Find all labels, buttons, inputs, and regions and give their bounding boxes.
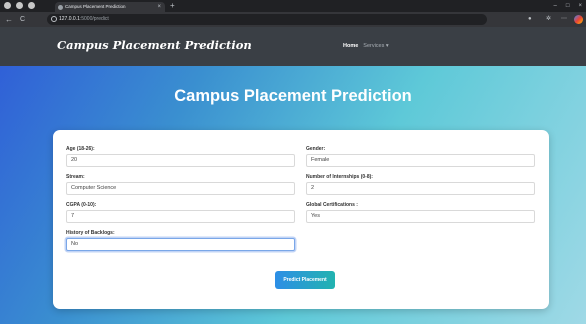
tab-actions-icon[interactable]	[28, 2, 35, 9]
browser-profile-icon[interactable]	[574, 15, 583, 24]
gender-label: Gender:	[306, 146, 326, 152]
close-window-icon[interactable]: ×	[578, 0, 582, 12]
favicon-icon	[58, 4, 63, 10]
prediction-form: Age (18-26): 20 Gender: Female Stream: C…	[53, 130, 549, 309]
nav-services-dropdown[interactable]: Services ▾	[363, 43, 388, 49]
nav-home-link[interactable]: Home	[343, 43, 358, 49]
browser-window: Campus Placement Prediction × + – □ × ← …	[0, 0, 586, 324]
profile-icon[interactable]	[4, 2, 11, 9]
stream-field-group: Stream: Computer Science	[66, 174, 295, 195]
active-tab[interactable]: Campus Placement Prediction ×	[55, 2, 165, 12]
page-title: Campus Placement Prediction	[174, 87, 412, 105]
url-field[interactable]: 127.0.0.1:5000/predict	[47, 14, 487, 25]
site-navbar: Campus Placement Prediction Home Service…	[0, 27, 586, 66]
age-input[interactable]: 20	[66, 154, 295, 167]
internships-field-group: Number of Internships (0-8): 2	[306, 174, 535, 195]
new-tab-button[interactable]: +	[170, 0, 175, 12]
internships-label: Number of Internships (0-8):	[306, 174, 373, 180]
site-brand[interactable]: Campus Placement Prediction	[57, 38, 252, 52]
url-path: :5000/predict	[79, 16, 109, 22]
backlogs-select[interactable]: No	[66, 238, 295, 251]
page-content: Campus Placement Prediction Home Service…	[0, 27, 586, 324]
certifications-field-group: Global Certifications : Yes	[306, 202, 535, 223]
age-label: Age (18-26):	[66, 146, 95, 152]
stream-label: Stream:	[66, 174, 85, 180]
more-icon[interactable]: ⋯	[561, 12, 567, 27]
gender-select[interactable]: Female	[306, 154, 535, 167]
minimize-icon[interactable]: –	[554, 0, 557, 12]
tab-bar: Campus Placement Prediction × + – □ ×	[0, 0, 586, 12]
age-field-group: Age (18-26): 20	[66, 146, 295, 167]
backlogs-label: History of Backlogs:	[66, 230, 115, 236]
backlogs-field-group: History of Backlogs: No	[66, 230, 295, 251]
site-info-icon[interactable]	[51, 16, 57, 22]
maximize-icon[interactable]: □	[566, 0, 570, 12]
tab-close-icon[interactable]: ×	[157, 2, 161, 12]
cgpa-field-group: CGPA (0-10): 7	[66, 202, 295, 223]
cgpa-label: CGPA (0-10):	[66, 202, 97, 208]
url-host: 127.0.0.1	[59, 16, 80, 22]
workspace-icon[interactable]	[16, 2, 23, 9]
nav-links: Home Services ▾	[343, 43, 389, 49]
window-icons	[4, 2, 35, 9]
back-icon[interactable]: ←	[5, 12, 13, 27]
certifications-label: Global Certifications :	[306, 202, 358, 208]
gender-field-group: Gender: Female	[306, 146, 535, 167]
address-bar-row: ← C 127.0.0.1:5000/predict ● ✲ ⋯	[0, 12, 586, 27]
certifications-select[interactable]: Yes	[306, 210, 535, 223]
reload-icon[interactable]: C	[20, 12, 25, 27]
stream-select[interactable]: Computer Science	[66, 182, 295, 195]
internships-input[interactable]: 2	[306, 182, 535, 195]
extensions-puzzle-icon[interactable]: ✲	[546, 12, 551, 27]
predict-placement-button[interactable]: Predict Placement	[275, 271, 335, 289]
window-controls: – □ ×	[554, 0, 582, 12]
extension-icon[interactable]: ●	[528, 12, 532, 27]
cgpa-input[interactable]: 7	[66, 210, 295, 223]
tab-title: Campus Placement Prediction	[65, 4, 126, 9]
